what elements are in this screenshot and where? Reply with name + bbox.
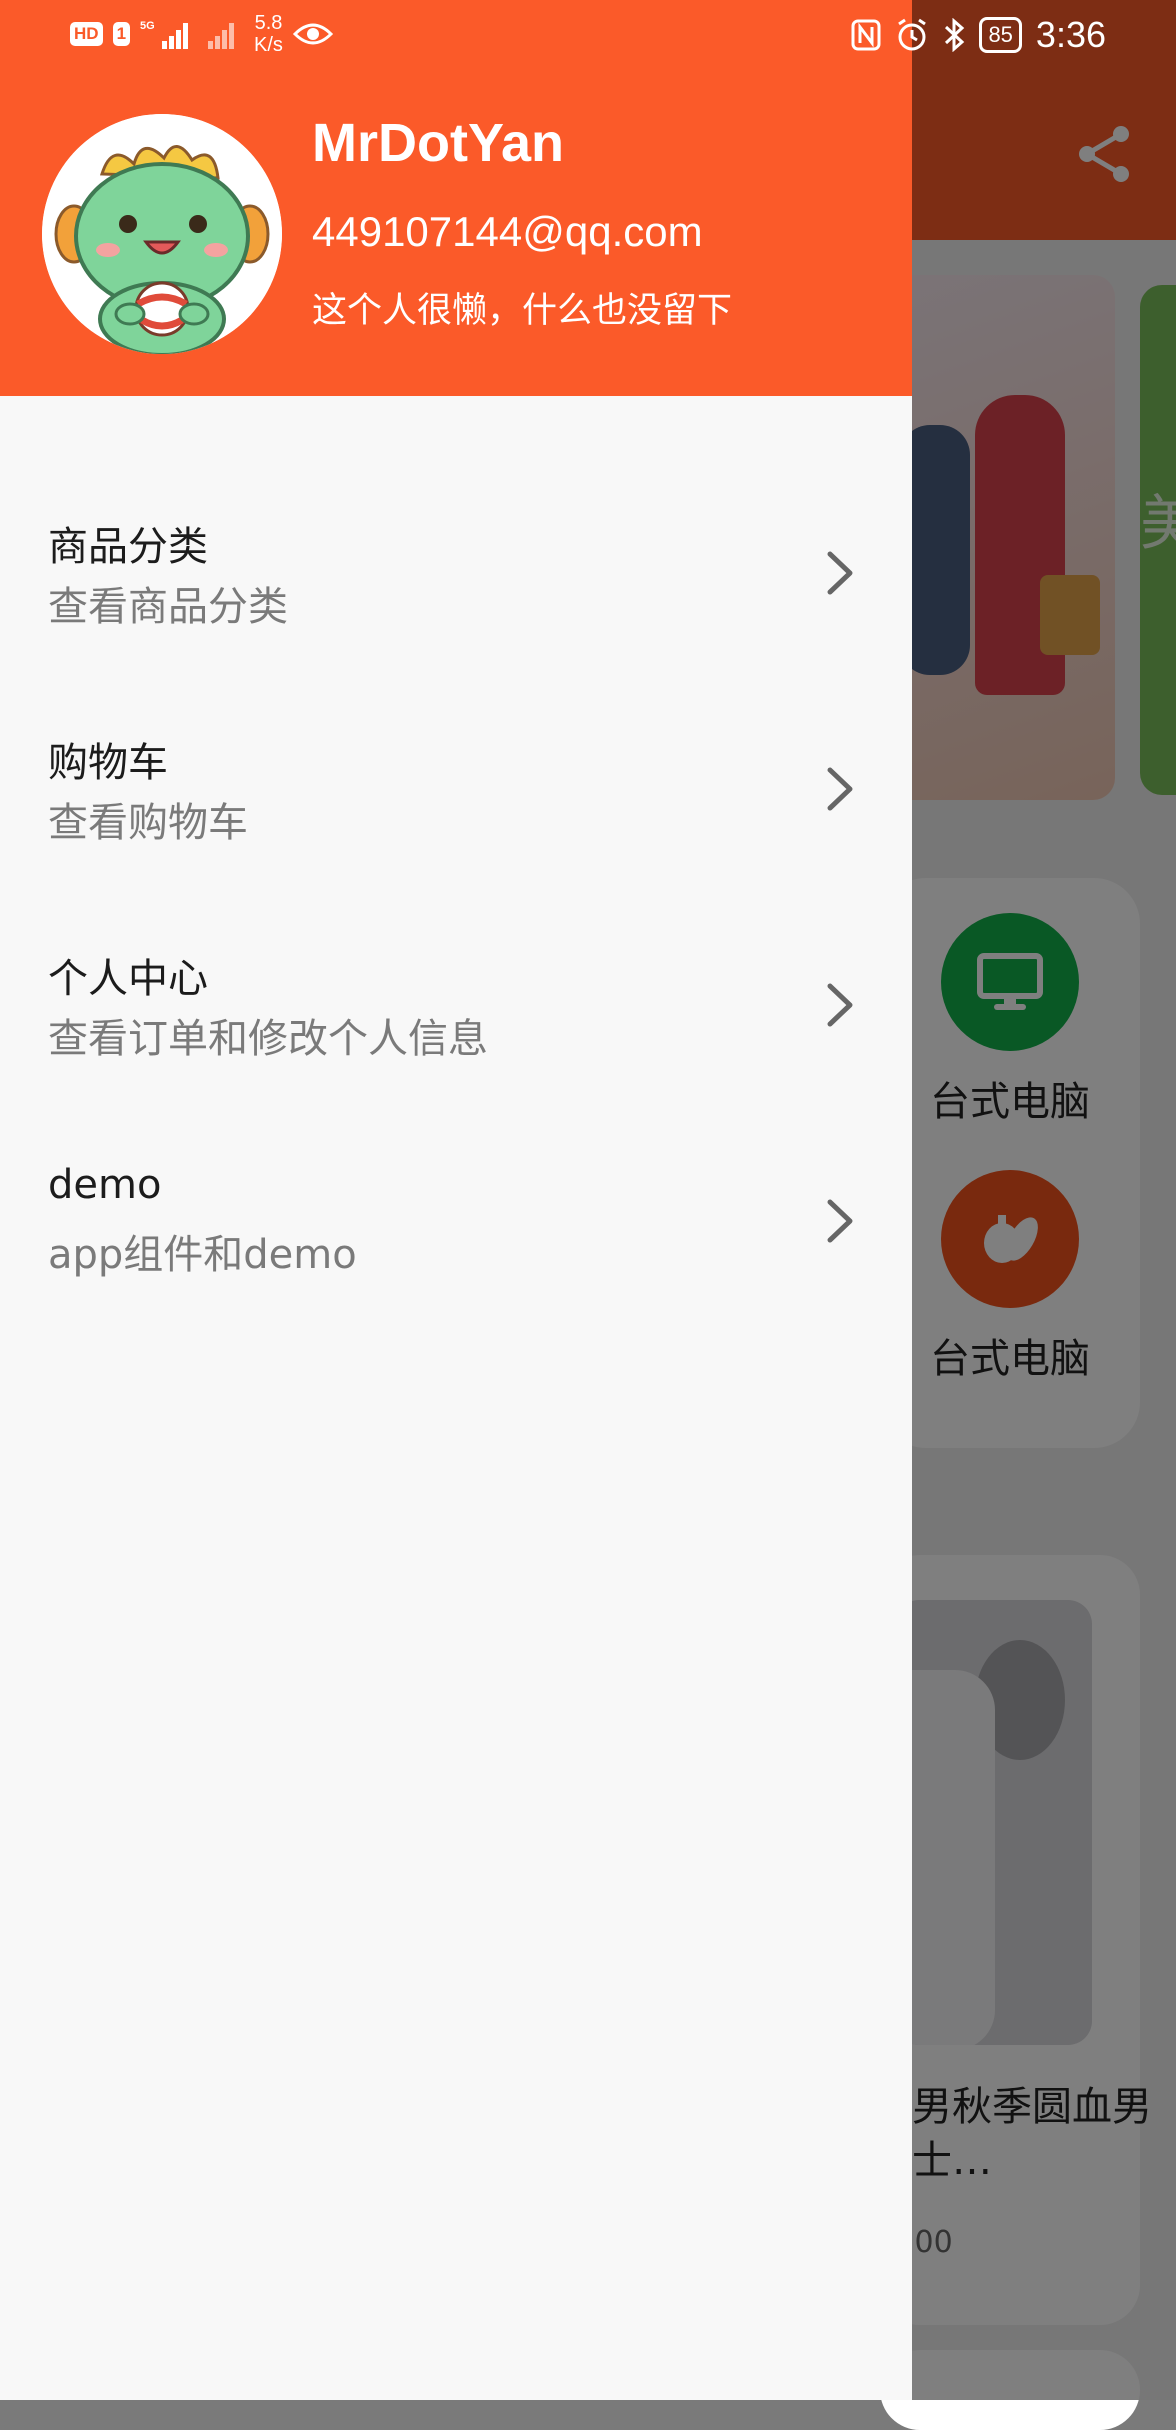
menu-item-title: demo: [48, 1162, 162, 1208]
drawer-item-cart[interactable]: 购物车 查看购物车: [0, 716, 912, 932]
menu-item-subtitle: 查看商品分类: [48, 584, 288, 630]
user-bio: 这个人很懒，什么也没留下: [312, 291, 733, 331]
menu-item-title: 商品分类: [48, 524, 208, 570]
sim-badge: 1: [112, 22, 131, 46]
drawer-item-demo[interactable]: demo app组件和demo: [0, 1148, 912, 1364]
navigation-drawer: MrDotYan 449107144@qq.com 这个人很懒，什么也没留下 商…: [0, 0, 912, 2400]
chevron-right-icon: [827, 983, 853, 1027]
drawer-item-profile[interactable]: 个人中心 查看订单和修改个人信息: [0, 932, 912, 1148]
battery-icon: 85: [979, 17, 1022, 53]
network-speed: 5.8 K/s: [254, 12, 283, 56]
speed-unit: K/s: [254, 34, 283, 56]
drawer-item-categories[interactable]: 商品分类 查看商品分类: [0, 500, 912, 716]
menu-item-title: 购物车: [48, 740, 168, 786]
menu-item-subtitle: 查看购物车: [48, 800, 248, 846]
signal-weak-icon: [208, 23, 235, 49]
svg-text:5G: 5G: [140, 20, 155, 32]
dragon-mascot-icon: [42, 114, 282, 354]
speed-value: 5.8: [254, 12, 283, 34]
chevron-right-icon: [827, 551, 853, 595]
alarm-icon: [898, 18, 927, 51]
menu-item-title: 个人中心: [48, 956, 208, 1002]
bluetooth-icon: [945, 18, 965, 52]
signal-5g-icon: 5G: [140, 20, 189, 49]
status-bar: HD 1 5G 5.8 K/s 85 3:36: [0, 0, 1176, 72]
user-email: 449107144@qq.com: [312, 208, 703, 255]
chevron-right-icon: [827, 1199, 853, 1243]
avatar[interactable]: [42, 114, 282, 354]
username: MrDotYan: [312, 113, 565, 173]
menu-item-subtitle: 查看订单和修改个人信息: [48, 1016, 488, 1062]
eye-icon: [292, 23, 333, 45]
chevron-right-icon: [827, 767, 853, 811]
clock-time: 3:36: [1035, 14, 1106, 55]
nfc-icon: [851, 19, 881, 51]
menu-item-subtitle: app组件和demo: [48, 1232, 357, 1278]
hd-badge: HD: [70, 22, 103, 46]
